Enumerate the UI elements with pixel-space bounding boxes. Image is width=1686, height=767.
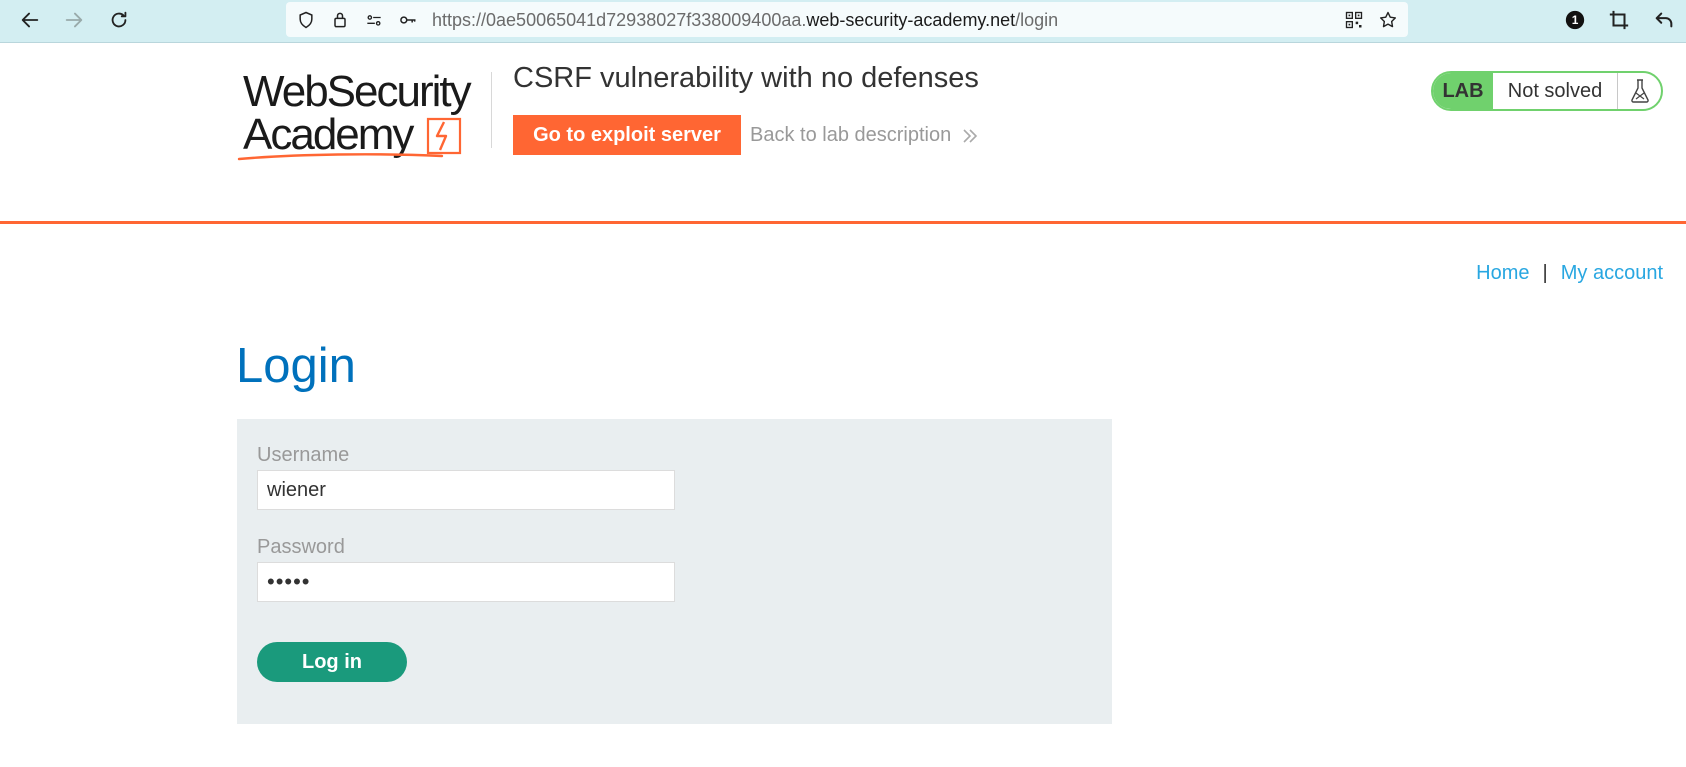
double-chevron-right-icon [963, 128, 978, 143]
browser-toolbar: https://0ae50065041d72938027f338009400aa… [0, 0, 1686, 43]
key-icon[interactable] [396, 8, 420, 32]
go-to-exploit-server-button[interactable]: Go to exploit server [513, 115, 741, 155]
lab-badge: LAB [1433, 73, 1493, 109]
arrow-right-icon [65, 12, 83, 28]
url-prefix: https://0ae50065041d72938027f338009400aa… [432, 10, 807, 30]
header-orange-rule [0, 221, 1686, 224]
username-input[interactable] [257, 470, 675, 510]
back-button[interactable] [15, 5, 45, 35]
password-input[interactable] [257, 562, 675, 602]
logo-line1: WebSecurity [243, 67, 472, 116]
login-form: Username Password Log in [237, 419, 1112, 724]
reload-button[interactable] [104, 5, 134, 35]
shield-icon[interactable] [294, 8, 318, 32]
log-in-button[interactable]: Log in [257, 642, 407, 682]
reload-icon [111, 11, 127, 28]
page-title: Login [236, 339, 356, 393]
lab-status-text: Not solved [1493, 73, 1618, 109]
logo-underline-swoosh [237, 153, 444, 161]
logo-line2: Academy [243, 110, 414, 159]
back-to-lab-description-link[interactable]: Back to lab description [750, 124, 979, 147]
lock-icon[interactable] [328, 8, 352, 32]
extension-badge-count: 1 [1572, 13, 1579, 27]
arrow-left-icon [21, 12, 39, 28]
url-path: /login [1015, 10, 1059, 30]
back-link-label: Back to lab description [750, 124, 952, 146]
forward-button[interactable] [59, 5, 89, 35]
web-security-academy-logo[interactable]: WebSecurity Academy [237, 68, 487, 163]
qr-code-icon[interactable] [1342, 8, 1366, 32]
permissions-icon[interactable] [362, 8, 386, 32]
header-divider [491, 72, 492, 148]
url-domain: web-security-academy.net [806, 10, 1016, 30]
lab-flask-icon [1618, 73, 1661, 109]
lightning-bolt-icon [426, 117, 462, 155]
bookmark-star-icon[interactable] [1376, 8, 1400, 32]
nav-my-account-link[interactable]: My account [1561, 262, 1663, 284]
nav-separator: | [1542, 262, 1548, 284]
lab-title: CSRF vulnerability with no defenses [513, 62, 979, 94]
top-navigation: Home | My account [1476, 262, 1663, 285]
password-label: Password [257, 536, 345, 558]
nav-home-link[interactable]: Home [1476, 262, 1529, 284]
extension-badge-icon[interactable]: 1 [1561, 6, 1589, 34]
undo-icon[interactable] [1650, 6, 1678, 34]
lab-status-widget: LAB Not solved [1431, 71, 1663, 111]
address-bar[interactable]: https://0ae50065041d72938027f338009400aa… [286, 2, 1408, 37]
username-label: Username [257, 444, 350, 466]
crop-icon[interactable] [1605, 6, 1633, 34]
url-text[interactable]: https://0ae50065041d72938027f338009400aa… [432, 10, 1058, 31]
